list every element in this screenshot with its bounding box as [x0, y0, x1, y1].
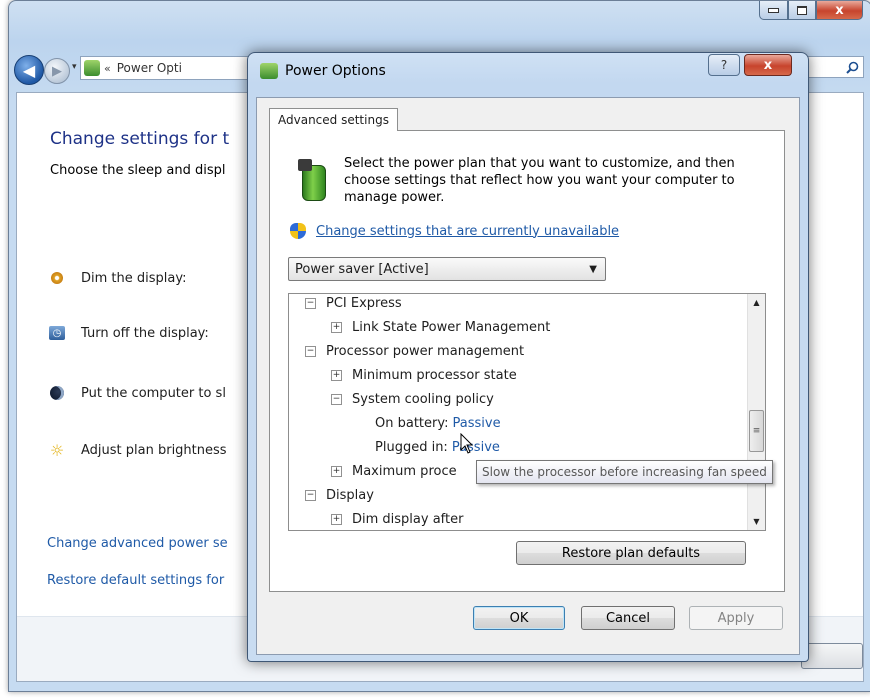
- arrow-left-icon: ◀: [22, 60, 36, 80]
- forward-button[interactable]: ▶: [44, 58, 70, 84]
- page-title: Change settings for t: [50, 129, 230, 149]
- scroll-up-arrow-icon[interactable]: ▲: [748, 294, 765, 311]
- uac-row: Change settings that are currently unava…: [290, 223, 619, 239]
- maximize-icon: [797, 5, 807, 15]
- collapse-icon[interactable]: −: [305, 489, 316, 501]
- tree-item-label: Maximum proce: [352, 463, 457, 479]
- window-caption-buttons: x: [759, 1, 863, 20]
- power-options-icon: [84, 60, 100, 76]
- battery-plug-icon: [298, 159, 328, 205]
- breadcrumb-overflow[interactable]: «: [104, 62, 111, 75]
- tree-item-label: Plugged in:: [375, 439, 448, 455]
- setting-turn-off-display: ◷ Turn off the display:: [47, 323, 209, 343]
- setting-sleep: Put the computer to sl: [47, 383, 226, 403]
- minimize-icon: [768, 7, 779, 13]
- tree-item-label: Dim display after: [352, 511, 464, 527]
- collapse-icon[interactable]: −: [331, 393, 342, 405]
- sun-icon: ☼: [49, 440, 65, 460]
- tree-item-label: Minimum processor state: [352, 367, 517, 383]
- tree-item-link-state[interactable]: + Link State Power Management: [331, 316, 550, 338]
- tooltip: Slow the processor before increasing fan…: [476, 460, 773, 484]
- minimize-button[interactable]: [759, 1, 788, 20]
- search-icon: [846, 61, 859, 74]
- tree-item-on-battery[interactable]: On battery: Passive: [375, 412, 501, 434]
- settings-tree[interactable]: − PCI Express + Link State Power Managem…: [288, 293, 766, 531]
- tree-item-label: Display: [326, 487, 374, 503]
- tree-item-label: Processor power management: [326, 343, 525, 359]
- dropdown-arrow-icon: ▼: [589, 263, 597, 275]
- restore-plan-defaults-button[interactable]: Restore plan defaults: [516, 541, 746, 565]
- clock-icon: ◷: [47, 323, 67, 343]
- tree-item-display[interactable]: − Display: [305, 484, 374, 506]
- tree-item-label: On battery:: [375, 415, 449, 431]
- mouse-pointer-icon: [460, 433, 474, 454]
- address-bar[interactable]: « Power Opti: [80, 56, 252, 80]
- breadcrumb-power-options[interactable]: Power Opti: [117, 61, 182, 75]
- expand-icon[interactable]: +: [331, 369, 342, 381]
- tree-scrollbar[interactable]: ▲ ≡ ▼: [747, 294, 765, 530]
- restore-default-settings-link[interactable]: Restore default settings for: [47, 573, 224, 588]
- plan-description: Select the power plan that you want to c…: [344, 156, 735, 205]
- power-plan-select[interactable]: Power saver [Active] ▼: [288, 257, 606, 281]
- dialog-body: Advanced settings Select the power plan …: [256, 97, 800, 655]
- cancel-button-background[interactable]: [801, 643, 863, 669]
- maximize-button[interactable]: [788, 1, 816, 20]
- tree-item-cooling-policy[interactable]: − System cooling policy: [331, 388, 494, 410]
- tree-item-max-processor[interactable]: + Maximum proce: [331, 460, 457, 482]
- close-button[interactable]: x: [816, 1, 863, 20]
- tree-item-label: Link State Power Management: [352, 319, 551, 335]
- ok-button[interactable]: OK: [473, 606, 565, 630]
- setting-label: Dim the display:: [81, 270, 187, 286]
- tree-item-label: PCI Express: [326, 295, 402, 311]
- on-battery-value[interactable]: Passive: [453, 416, 501, 431]
- collapse-icon[interactable]: −: [305, 297, 316, 309]
- setting-label: Turn off the display:: [81, 325, 209, 341]
- dim-icon: [47, 268, 67, 288]
- power-options-dialog: Power Options ? x Advanced settings Sele…: [247, 52, 809, 662]
- cancel-button[interactable]: Cancel: [581, 606, 675, 630]
- tree-item-label: System cooling policy: [352, 391, 494, 407]
- change-advanced-power-settings-link[interactable]: Change advanced power se: [47, 536, 228, 551]
- setting-dim-display: Dim the display:: [47, 268, 186, 288]
- expand-icon[interactable]: +: [331, 513, 342, 525]
- tree-item-pci-express[interactable]: − PCI Express: [305, 294, 402, 314]
- tree-item-plugged-in[interactable]: Plugged in: Passive: [375, 436, 500, 458]
- change-unavailable-settings-link[interactable]: Change settings that are currently unava…: [316, 224, 619, 239]
- moon-icon: [47, 383, 67, 403]
- tab-advanced-settings[interactable]: Advanced settings: [269, 108, 398, 131]
- chevron-down-icon: ▾: [72, 62, 77, 72]
- page-subtitle: Choose the sleep and displ: [50, 163, 226, 178]
- arrow-right-icon: ▶: [52, 63, 62, 79]
- back-button[interactable]: ◀: [14, 55, 44, 85]
- collapse-icon[interactable]: −: [305, 345, 316, 357]
- dialog-title: Power Options: [285, 63, 386, 79]
- power-options-icon: [260, 63, 278, 79]
- help-button[interactable]: ?: [708, 54, 740, 76]
- tree-item-dim-display-after[interactable]: + Dim display after: [331, 508, 463, 530]
- expand-icon[interactable]: +: [331, 465, 342, 477]
- setting-label: Adjust plan brightness: [81, 442, 227, 458]
- advanced-settings-panel: Select the power plan that you want to c…: [269, 130, 785, 592]
- scroll-down-arrow-icon[interactable]: ▼: [748, 513, 765, 530]
- search-input[interactable]: [804, 56, 864, 78]
- setting-label: Put the computer to sl: [81, 385, 226, 401]
- setting-brightness: ☼ Adjust plan brightness: [47, 440, 227, 460]
- scrollbar-thumb[interactable]: ≡: [749, 410, 764, 452]
- power-plan-selected-value: Power saver [Active]: [295, 261, 429, 277]
- dialog-title-bar: Power Options: [260, 63, 386, 79]
- uac-shield-icon: [290, 223, 306, 239]
- dialog-close-button[interactable]: x: [744, 54, 792, 76]
- expand-icon[interactable]: +: [331, 321, 342, 333]
- recent-pages-button[interactable]: ▾: [72, 62, 77, 72]
- tree-item-processor-power[interactable]: − Processor power management: [305, 340, 524, 362]
- apply-button[interactable]: Apply: [689, 606, 783, 630]
- tree-item-min-processor[interactable]: + Minimum processor state: [331, 364, 517, 386]
